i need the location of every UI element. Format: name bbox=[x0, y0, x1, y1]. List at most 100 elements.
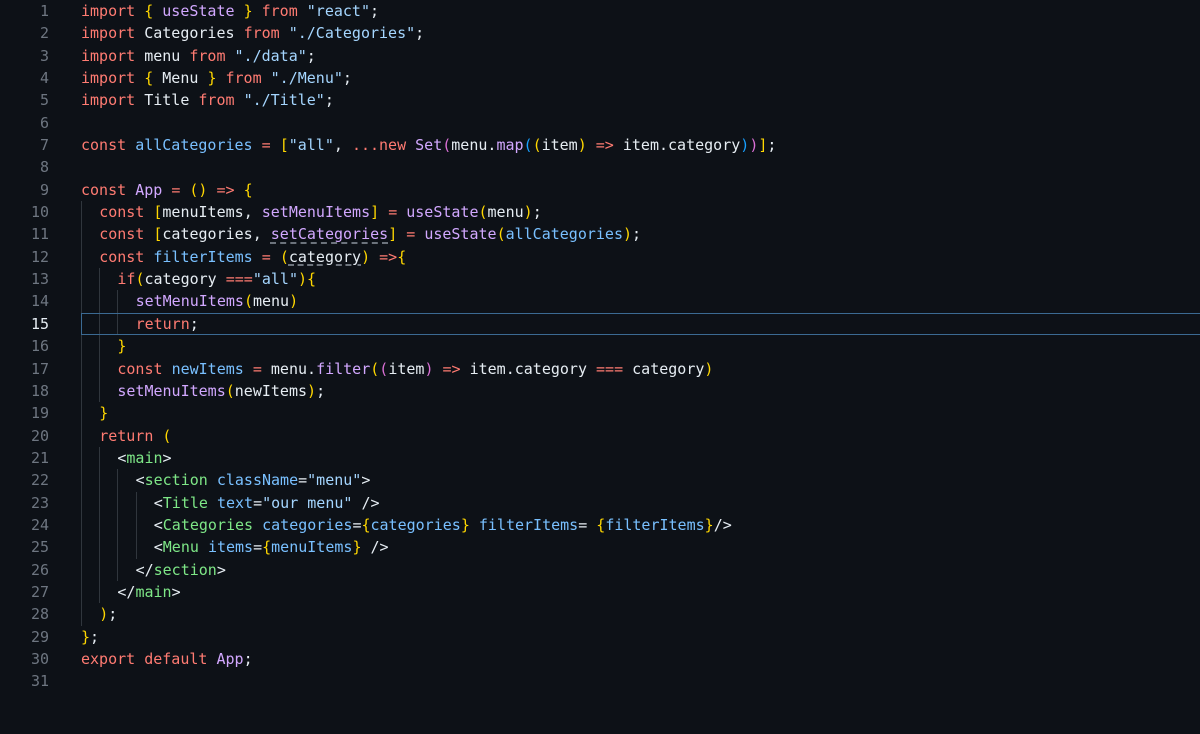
code-token: return bbox=[99, 426, 154, 445]
line-number: 29 bbox=[30, 627, 49, 646]
code-token: from bbox=[225, 69, 262, 88]
code-line[interactable]: 25 <Menu items={menuItems} /> bbox=[0, 536, 1200, 559]
current-line-highlight bbox=[81, 312, 1200, 335]
code-token: Title bbox=[144, 91, 190, 110]
line-content: <section className="menu"> bbox=[81, 469, 370, 492]
code-line[interactable]: 27 </main> bbox=[0, 580, 1200, 604]
indent-guide bbox=[81, 245, 99, 269]
code-token: filterItems bbox=[478, 515, 579, 534]
line-number: 24 bbox=[30, 515, 49, 534]
code-token: if bbox=[117, 270, 136, 289]
line-number: 1 bbox=[39, 2, 49, 20]
code-token: default bbox=[144, 649, 208, 668]
indent-guide bbox=[117, 536, 135, 559]
indent-guide bbox=[81, 424, 99, 447]
code-line[interactable]: 5 import Title from "./Title"; bbox=[0, 89, 1200, 111]
code-token: filter bbox=[316, 359, 371, 378]
code-token: export bbox=[81, 649, 136, 668]
line-number: 8 bbox=[39, 158, 49, 177]
line-number: 17 bbox=[30, 359, 49, 378]
code-line[interactable]: 18 setMenuItems(newItems); bbox=[0, 379, 1200, 403]
line-content: setMenuItems(menu) bbox=[81, 290, 298, 313]
code-token: import bbox=[81, 91, 136, 110]
code-token: map bbox=[496, 136, 524, 155]
code-token: category bbox=[632, 359, 705, 378]
code-area[interactable]: 1 import { useState } from "react"; 2 impor… bbox=[0, 0, 1200, 693]
code-token: Title bbox=[162, 493, 208, 512]
indent-guide bbox=[81, 513, 99, 537]
code-line[interactable]: 15 return; bbox=[0, 312, 1200, 336]
code-token: const bbox=[117, 359, 163, 378]
code-token: text bbox=[216, 493, 254, 512]
code-line[interactable]: 6 bbox=[0, 112, 1200, 134]
code-line[interactable]: 29}; bbox=[0, 626, 1200, 648]
code-line[interactable]: 20 return ( bbox=[0, 424, 1200, 447]
line-content: import Title from "./Title"; bbox=[81, 91, 334, 110]
code-line[interactable]: 13 if(category ==="all"){ bbox=[0, 268, 1200, 291]
code-token: newItems bbox=[171, 359, 244, 378]
code-line[interactable]: 16} bbox=[0, 335, 1200, 358]
code-line[interactable]: 4 import { Menu } from "./Menu"; bbox=[0, 67, 1200, 89]
code-line[interactable]: 14 setMenuItems(menu) bbox=[0, 290, 1200, 313]
line-content: export default App; bbox=[81, 649, 253, 668]
code-token: className bbox=[216, 471, 299, 490]
code-line[interactable]: 1 import { useState } from "react"; bbox=[0, 0, 1200, 22]
line-number: 20 bbox=[30, 426, 49, 445]
code-token: Set bbox=[415, 136, 443, 155]
indent-guide bbox=[99, 513, 117, 537]
code-token: Menu bbox=[162, 69, 199, 88]
code-line[interactable]: 3 import menu from "./data"; bbox=[0, 45, 1200, 67]
line-content: ); bbox=[81, 603, 117, 626]
indent-guide bbox=[99, 379, 117, 403]
code-token: useState bbox=[406, 203, 479, 222]
line-content: return; bbox=[81, 312, 199, 336]
indent-guide bbox=[99, 312, 117, 336]
code-token: categories bbox=[370, 515, 461, 534]
code-line[interactable]: 31 bbox=[0, 670, 1200, 692]
code-token: category bbox=[144, 270, 217, 289]
code-line[interactable]: 21 <main> bbox=[0, 446, 1200, 470]
code-token: return bbox=[135, 314, 190, 333]
line-content: return ( bbox=[81, 424, 171, 447]
indent-guide bbox=[81, 379, 99, 403]
code-line[interactable]: 22 <section className="menu"> bbox=[0, 469, 1200, 492]
line-content: import Categories from "./Categories"; bbox=[81, 24, 425, 43]
code-line[interactable]: 8 bbox=[0, 156, 1200, 178]
indent-guide bbox=[99, 580, 117, 604]
code-line[interactable]: 30 export default App; bbox=[0, 648, 1200, 670]
code-line[interactable]: 9 const App = () => { bbox=[0, 179, 1200, 201]
code-line[interactable]: 19} bbox=[0, 402, 1200, 425]
code-token: const bbox=[81, 136, 127, 155]
code-editor[interactable]: 1 import { useState } from "react"; 2 impor… bbox=[0, 0, 1200, 734]
code-line[interactable]: 12 const filterItems = (category) =>{ bbox=[0, 245, 1200, 269]
indent-guide bbox=[81, 491, 99, 514]
indent-guide bbox=[81, 580, 99, 604]
code-token: allCategories bbox=[505, 225, 623, 244]
indent-guide bbox=[99, 536, 117, 559]
line-number: 27 bbox=[30, 582, 49, 601]
line-content: <Categories categories={categories} filt… bbox=[81, 513, 732, 537]
code-line[interactable]: 23 <Title text="our menu" /> bbox=[0, 491, 1200, 514]
code-token: item bbox=[388, 359, 425, 378]
code-token: categories bbox=[162, 225, 253, 244]
line-content: <main> bbox=[81, 446, 172, 470]
code-line[interactable]: 10 const [menuItems, setMenuItems] = useS… bbox=[0, 201, 1200, 224]
indent-guide bbox=[81, 446, 99, 470]
code-line[interactable]: 17 const newItems = menu.filter((item) =>… bbox=[0, 357, 1200, 380]
code-line[interactable]: 26 </section> bbox=[0, 558, 1200, 581]
code-token: category bbox=[668, 136, 741, 155]
code-line[interactable]: 11 const [categories, setCategories] = us… bbox=[0, 223, 1200, 246]
code-line[interactable]: 24 <Categories categories={categories} fi… bbox=[0, 513, 1200, 537]
code-token: from bbox=[189, 46, 226, 65]
line-number: 5 bbox=[39, 91, 49, 110]
indent-guide bbox=[99, 268, 117, 291]
code-token: main bbox=[135, 582, 172, 601]
line-number: 19 bbox=[30, 404, 49, 423]
code-line[interactable]: 7 const allCategories = ["all", ...new Se… bbox=[0, 134, 1200, 156]
code-line[interactable]: 28); bbox=[0, 603, 1200, 626]
line-content: import { useState } from "react"; bbox=[81, 2, 380, 20]
code-line[interactable]: 2 import Categories from "./Categories"; bbox=[0, 22, 1200, 44]
code-token: filterItems bbox=[605, 515, 705, 534]
indent-guide bbox=[81, 469, 99, 492]
line-content: setMenuItems(newItems); bbox=[81, 379, 325, 403]
